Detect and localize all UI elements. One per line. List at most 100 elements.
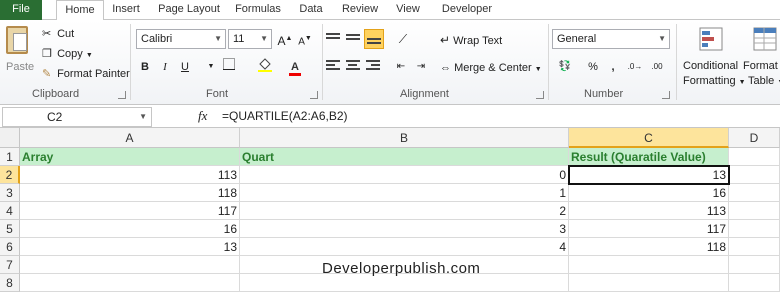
row-header[interactable]: 4: [0, 202, 20, 220]
cell-d1[interactable]: [729, 148, 780, 166]
align-middle-icon[interactable]: [344, 30, 362, 48]
accounting-format-icon[interactable]: 💱: [556, 58, 574, 76]
paste-icon[interactable]: [6, 26, 28, 54]
column-header-a[interactable]: A: [20, 128, 240, 148]
chevron-down-icon[interactable]: ▼: [214, 30, 222, 48]
bold-button[interactable]: B: [136, 58, 154, 76]
cell-d7[interactable]: [729, 256, 780, 274]
cell-c1[interactable]: Result (Quaratile Value): [569, 148, 729, 166]
comma-button[interactable]: ,: [604, 58, 622, 76]
underline-button[interactable]: U: [176, 58, 194, 76]
increase-decimal-icon[interactable]: .0→: [626, 58, 644, 76]
cell-d8[interactable]: [729, 274, 780, 292]
orientation-icon[interactable]: ⟋: [394, 30, 412, 48]
font-color-icon[interactable]: A: [286, 58, 304, 76]
cell-b2[interactable]: 0: [240, 166, 569, 184]
cell-d6[interactable]: [729, 238, 780, 256]
chevron-down-icon[interactable]: ▼: [658, 30, 666, 48]
wrap-text-button[interactable]: ↵ Wrap Text: [440, 31, 502, 49]
number-format-combo[interactable]: General ▼: [552, 29, 670, 49]
tab-file[interactable]: File: [0, 0, 42, 20]
cell-a6[interactable]: 13: [20, 238, 240, 256]
borders-icon[interactable]: [220, 58, 238, 76]
align-top-icon[interactable]: [324, 30, 342, 48]
alignment-launcher-icon[interactable]: [536, 91, 544, 99]
formula-input[interactable]: =QUARTILE(A2:A6,B2): [222, 109, 348, 123]
cell-b1[interactable]: Quart: [240, 148, 569, 166]
tab-insert[interactable]: Insert: [108, 0, 144, 20]
conditional-formatting-icon[interactable]: [698, 26, 724, 52]
cell-b5[interactable]: 3: [240, 220, 569, 238]
cell-c2-active[interactable]: 13: [568, 165, 730, 185]
select-all-corner[interactable]: [0, 128, 20, 148]
insert-function-icon[interactable]: fx: [198, 108, 207, 124]
cell-a2[interactable]: 113: [20, 166, 240, 184]
increase-indent-icon[interactable]: ⇥: [412, 58, 430, 76]
cell-d4[interactable]: [729, 202, 780, 220]
decrease-decimal-icon[interactable]: .00: [648, 58, 666, 76]
tab-home[interactable]: Home: [56, 0, 104, 21]
cut-button[interactable]: ✂ Cut: [42, 25, 74, 43]
cell-b4[interactable]: 2: [240, 202, 569, 220]
format-as-table-line2[interactable]: Table ▼: [748, 72, 780, 90]
cell-d3[interactable]: [729, 184, 780, 202]
tab-review[interactable]: Review: [338, 0, 382, 20]
column-header-d[interactable]: D: [729, 128, 780, 148]
cell-c3[interactable]: 16: [569, 184, 729, 202]
row-header[interactable]: 2: [0, 166, 20, 184]
cell-c6[interactable]: 118: [569, 238, 729, 256]
cell-b6[interactable]: 4: [240, 238, 569, 256]
cell-a7[interactable]: [20, 256, 240, 274]
align-center-icon[interactable]: [344, 58, 362, 76]
merge-center-button[interactable]: ⇔ Merge & Center ▼: [440, 59, 542, 77]
cell-c4[interactable]: 113: [569, 202, 729, 220]
chevron-down-icon[interactable]: ▼: [139, 108, 147, 126]
tab-formulas[interactable]: Formulas: [232, 0, 284, 20]
tab-page-layout[interactable]: Page Layout: [155, 0, 223, 20]
column-header-b[interactable]: B: [240, 128, 569, 148]
cell-b3[interactable]: 1: [240, 184, 569, 202]
fill-color-icon[interactable]: [256, 58, 274, 76]
row-header[interactable]: 3: [0, 184, 20, 202]
cell-a3[interactable]: 118: [20, 184, 240, 202]
row-header[interactable]: 5: [0, 220, 20, 238]
cell-a1[interactable]: Array: [20, 148, 240, 166]
underline-dropdown-icon[interactable]: ▼: [202, 58, 220, 76]
font-name-combo[interactable]: Calibri ▼: [136, 29, 226, 49]
row-header[interactable]: 6: [0, 238, 20, 256]
decrease-indent-icon[interactable]: ⇤: [392, 58, 410, 76]
copy-button[interactable]: ❐ Copy ▼: [42, 45, 93, 63]
font-launcher-icon[interactable]: [310, 91, 318, 99]
name-box[interactable]: C2 ▼: [2, 107, 152, 127]
align-right-icon[interactable]: [364, 58, 382, 76]
tab-data[interactable]: Data: [294, 0, 328, 20]
font-size-combo[interactable]: 11 ▼: [228, 29, 272, 49]
grow-font-icon[interactable]: A▲: [276, 30, 294, 48]
format-painter-button[interactable]: ✎ Format Painter: [42, 65, 130, 83]
row-header[interactable]: 7: [0, 256, 20, 274]
align-left-icon[interactable]: [324, 58, 342, 76]
conditional-formatting-line2[interactable]: Formatting ▼: [683, 72, 746, 90]
cell-d2[interactable]: [729, 166, 780, 184]
cell-c5[interactable]: 117: [569, 220, 729, 238]
cell-d5[interactable]: [729, 220, 780, 238]
tab-developer[interactable]: Developer: [436, 0, 498, 20]
cell-a4[interactable]: 117: [20, 202, 240, 220]
cell-c8[interactable]: [569, 274, 729, 292]
row-header[interactable]: 1: [0, 148, 20, 166]
row-header[interactable]: 8: [0, 274, 20, 292]
align-bottom-icon[interactable]: [364, 29, 384, 49]
cell-a8[interactable]: [20, 274, 240, 292]
italic-button[interactable]: I: [156, 58, 174, 76]
format-as-table-icon[interactable]: [752, 26, 778, 52]
column-header-c[interactable]: C: [569, 128, 729, 148]
percent-button[interactable]: %: [584, 58, 602, 76]
number-launcher-icon[interactable]: [662, 91, 670, 99]
tab-view[interactable]: View: [392, 0, 424, 20]
chevron-down-icon[interactable]: ▼: [260, 30, 268, 48]
cell-a5[interactable]: 16: [20, 220, 240, 238]
cell-c7[interactable]: [569, 256, 729, 274]
clipboard-launcher-icon[interactable]: [118, 91, 126, 99]
shrink-font-icon[interactable]: A▼: [296, 30, 314, 48]
paste-button[interactable]: Paste: [6, 58, 34, 76]
